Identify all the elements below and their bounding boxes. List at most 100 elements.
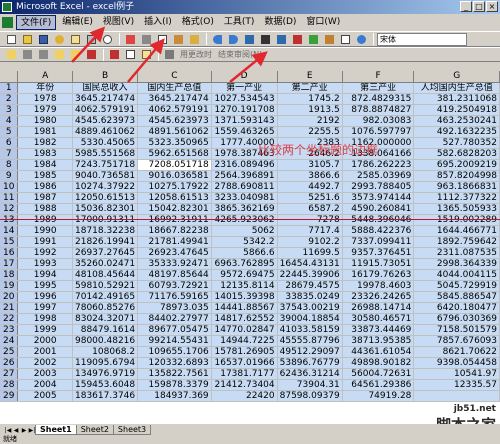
data-cell[interactable]: 527.780352	[413, 137, 500, 149]
data-cell[interactable]: 9102.2	[277, 236, 343, 248]
data-cell[interactable]: 73904.31	[277, 379, 343, 391]
data-cell[interactable]: 21826.19941	[72, 236, 139, 248]
row-header[interactable]: 17	[0, 258, 19, 270]
data-cell[interactable]: 9398.054458	[413, 357, 500, 369]
data-cell[interactable]: 381.2311068	[413, 93, 500, 105]
reply-changes-button[interactable]	[162, 48, 176, 61]
data-cell[interactable]: 6796.030369	[413, 313, 500, 325]
data-cell[interactable]: 6587.2	[277, 203, 343, 215]
data-cell[interactable]: 16537.01966	[211, 357, 278, 369]
data-cell[interactable]: 1999	[17, 324, 73, 336]
row-header[interactable]: 1	[0, 82, 19, 94]
data-cell[interactable]: 4044.004115	[413, 269, 500, 281]
data-cell[interactable]: 39004.18854	[277, 313, 343, 325]
data-cell[interactable]: 2585.03969	[342, 170, 415, 182]
print-preview-small-button[interactable]	[123, 48, 137, 61]
row-header[interactable]: 8	[0, 159, 19, 171]
data-cell[interactable]: 5045.729919	[413, 280, 500, 292]
data-cell[interactable]: 4891.561062	[137, 126, 212, 138]
data-cell[interactable]: 7857.676093	[413, 335, 500, 347]
data-cell[interactable]: 9572.69475	[211, 269, 278, 281]
data-cell[interactable]: 1991	[17, 236, 73, 248]
data-cell[interactable]: 1913.5	[277, 104, 343, 116]
data-cell[interactable]: 28679.4575	[277, 280, 343, 292]
data-cell[interactable]: 62436.31214	[277, 368, 343, 380]
data-cell[interactable]: 1365.505933	[413, 203, 500, 215]
show-all-button[interactable]	[68, 48, 82, 61]
email-button[interactable]	[68, 33, 82, 46]
row-header[interactable]: 25	[0, 346, 19, 358]
workbook-icon[interactable]	[2, 17, 13, 28]
data-cell[interactable]: 14015.39398	[211, 291, 278, 303]
data-cell[interactable]: 1994	[17, 269, 73, 281]
data-cell[interactable]: 1076.597797	[342, 126, 415, 138]
data-cell[interactable]: 1644.466771	[413, 225, 500, 237]
data-cell[interactable]: 10541.97	[413, 368, 500, 380]
row-header[interactable]: 9	[0, 170, 19, 182]
data-cell[interactable]: 159453.6048	[72, 379, 139, 391]
menu-edit[interactable]: 编辑(E)	[58, 15, 97, 30]
row-header[interactable]: 23	[0, 324, 19, 336]
data-cell[interactable]: 5985.551568	[72, 148, 139, 160]
column-header[interactable]: D	[211, 71, 278, 83]
data-cell[interactable]: 1980	[17, 115, 73, 127]
data-cell[interactable]: 419.2504918	[413, 104, 500, 116]
data-cell[interactable]: 71176.59165	[137, 291, 212, 303]
data-cell[interactable]: 878.8874827	[342, 104, 415, 116]
next-comment-button[interactable]	[36, 48, 50, 61]
data-cell[interactable]: 3105.7	[277, 159, 343, 171]
data-cell[interactable]: 1981	[17, 126, 73, 138]
select-all-corner[interactable]	[0, 71, 19, 83]
data-cell[interactable]: 9357.376451	[342, 247, 415, 259]
data-cell[interactable]: 1990	[17, 225, 73, 237]
reply-changes-label[interactable]: 用更改时	[180, 49, 212, 60]
data-cell[interactable]: 4062.579191	[72, 104, 139, 116]
copy-button[interactable]	[155, 33, 169, 46]
data-cell[interactable]: 1996	[17, 291, 73, 303]
maximize-button[interactable]: □	[473, 1, 485, 12]
row-header[interactable]: 18	[0, 269, 19, 281]
email-review-button[interactable]	[139, 48, 153, 61]
menu-insert[interactable]: 插入(I)	[140, 15, 176, 30]
data-cell[interactable]: 14944.7225	[211, 335, 278, 347]
save-button[interactable]	[36, 33, 50, 46]
data-cell[interactable]: 56004.72631	[342, 368, 415, 380]
data-cell[interactable]: 74919.28	[342, 390, 415, 402]
data-cell[interactable]: 78973.035	[137, 302, 212, 314]
data-cell[interactable]: 2993.788405	[342, 181, 415, 193]
data-cell[interactable]: 14441.88567	[211, 302, 278, 314]
print-button[interactable]	[84, 33, 98, 46]
row-header[interactable]: 20	[0, 291, 19, 303]
data-cell[interactable]: 26988.14714	[342, 302, 415, 314]
data-cell[interactable]: 1786.262223	[342, 159, 415, 171]
new-comment-button[interactable]	[4, 48, 18, 61]
data-cell[interactable]: 695.2009219	[413, 159, 500, 171]
drawing-button[interactable]	[322, 33, 336, 46]
data-cell[interactable]: 2316.089496	[211, 159, 278, 171]
cut-button[interactable]	[139, 33, 153, 46]
data-cell[interactable]: 3865.362169	[211, 203, 278, 215]
data-cell[interactable]: 59810.52921	[72, 280, 139, 292]
data-cell[interactable]: 37543.00219	[277, 302, 343, 314]
data-cell[interactable]: 7158.501579	[413, 324, 500, 336]
data-cell[interactable]: 4545.623973	[137, 115, 212, 127]
data-cell[interactable]: 4545.623973	[72, 115, 139, 127]
data-cell[interactable]: 26937.27645	[72, 247, 139, 259]
undo-button[interactable]	[210, 33, 224, 46]
header-cell[interactable]: 第一产业	[211, 82, 278, 94]
paste-button[interactable]	[171, 33, 185, 46]
data-cell[interactable]: 963.1866831	[413, 181, 500, 193]
data-cell[interactable]: 492.1632235	[413, 126, 500, 138]
data-cell[interactable]: 16454.43131	[277, 258, 343, 270]
data-cell[interactable]: 1985	[17, 170, 73, 182]
data-cell[interactable]: 4590.260841	[342, 203, 415, 215]
data-cell[interactable]: 5845.886547	[413, 291, 500, 303]
data-cell[interactable]: 5251.6	[277, 192, 343, 204]
data-cell[interactable]: 135822.7561	[137, 368, 212, 380]
menu-view[interactable]: 视图(V)	[99, 15, 138, 30]
data-cell[interactable]: 11915.73051	[342, 258, 415, 270]
data-cell[interactable]: 2788.690811	[211, 181, 278, 193]
data-cell[interactable]: 1986	[17, 181, 73, 193]
next-sheet-button[interactable]: ▶	[20, 426, 28, 435]
sheet-tab-2[interactable]: Sheet2	[75, 425, 114, 435]
